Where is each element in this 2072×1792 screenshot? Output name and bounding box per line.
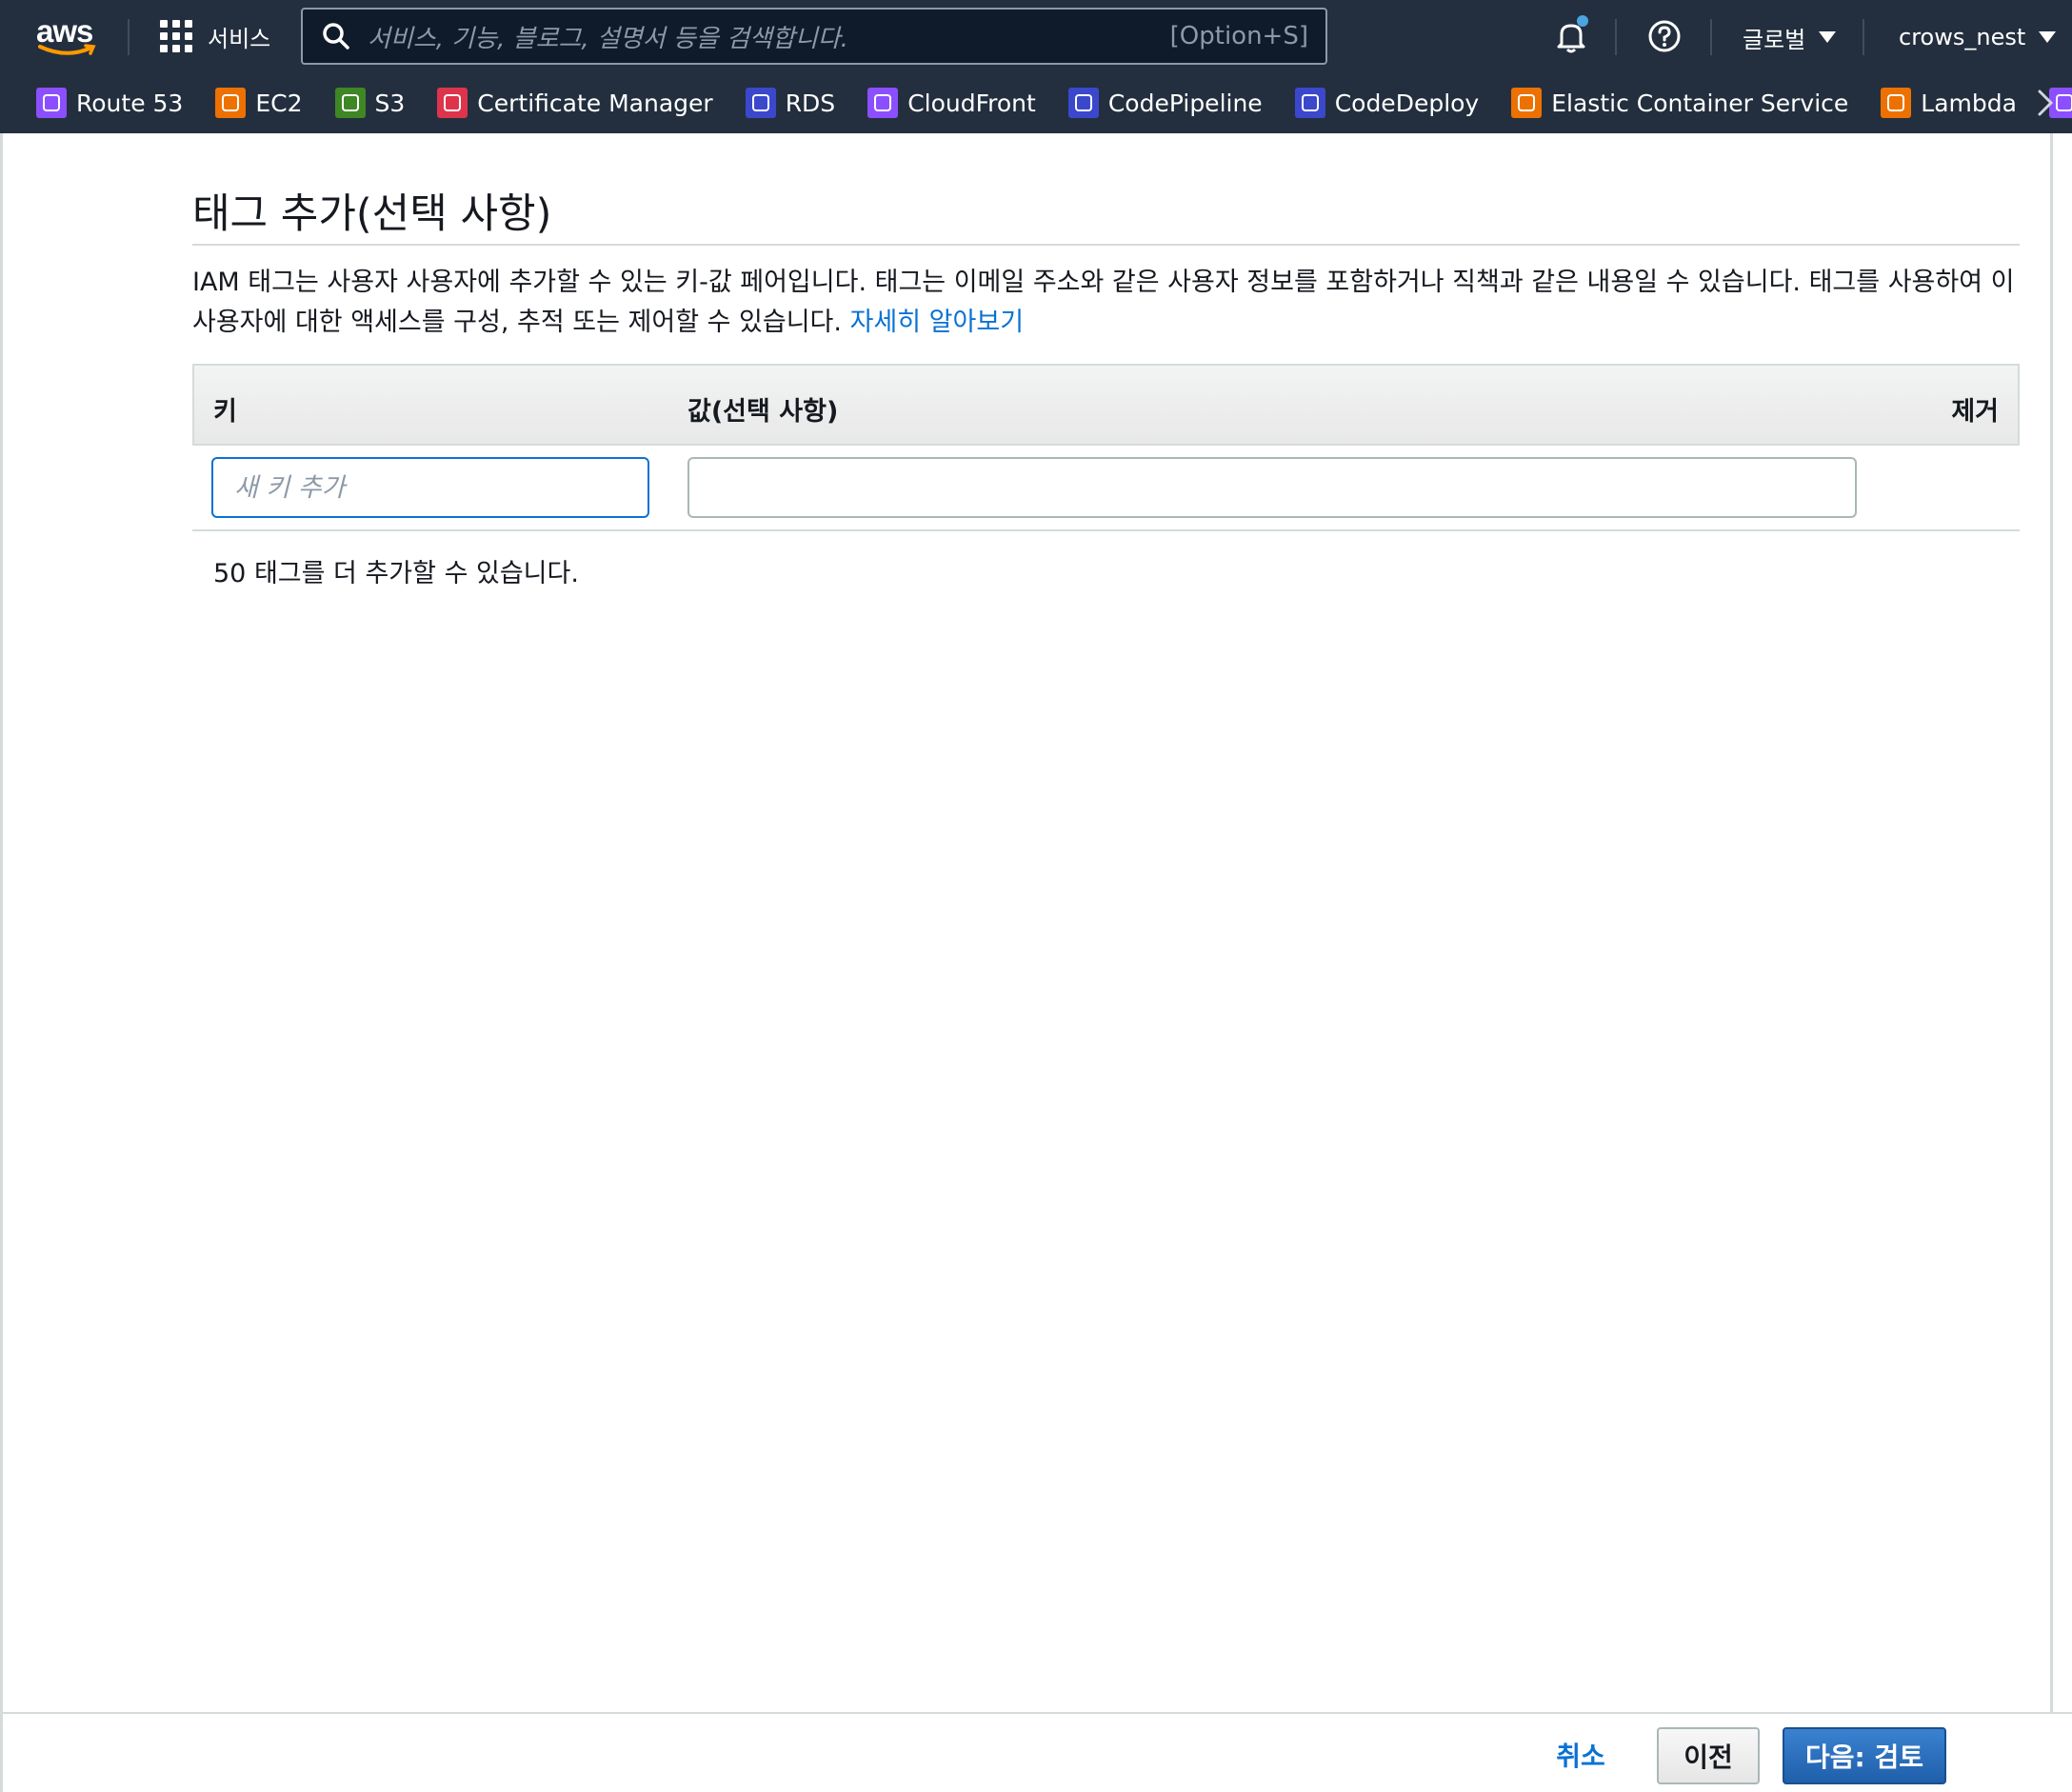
service-icon [215, 88, 247, 118]
services-label: 서비스 [208, 25, 271, 52]
favorite-item[interactable]: CloudFront [867, 88, 1036, 118]
favorites-bar: Route 53 EC2 S3 Certificate Manager RDS Cloud… [0, 80, 2072, 126]
region-label: 글로벌 [1743, 26, 1806, 53]
favorite-item[interactable]: Elastic Container Service [1511, 88, 1848, 118]
favorite-item[interactable]: RDS [745, 88, 836, 118]
service-icon [334, 88, 366, 118]
help-icon [1648, 20, 1681, 52]
favorite-item[interactable]: Lambda [1881, 88, 2017, 118]
tag-key-input[interactable] [211, 457, 649, 518]
favorite-label: Lambda [1921, 89, 2017, 117]
caret-down-icon [2039, 31, 2057, 43]
favorite-item[interactable]: CodeDeploy [1294, 88, 1480, 118]
content-border [2050, 133, 2053, 1714]
page-title: 태그 추가(선택 사항) [192, 190, 552, 238]
column-header-remove: 제거 [1951, 397, 1999, 427]
service-icon [1511, 88, 1543, 118]
region-selector[interactable]: 글로벌 [1743, 19, 1837, 55]
favorite-label: Elastic Container Service [1551, 89, 1849, 117]
aws-logo[interactable]: aws [36, 13, 99, 59]
favorite-item[interactable]: Certificate Manager [437, 88, 713, 118]
favorite-item[interactable]: EC2 [215, 88, 303, 118]
divider [1863, 19, 1864, 55]
learn-more-link[interactable]: 자세히 알아보기 [850, 308, 1024, 337]
help-button[interactable] [1645, 17, 1684, 55]
page-description: IAM 태그는 사용자 사용자에 추가할 수 있는 키-값 페어입니다. 태그는… [192, 263, 2021, 343]
search-icon [322, 22, 350, 50]
cancel-button[interactable]: 취소 [1543, 1725, 1619, 1784]
tag-value-input[interactable] [687, 457, 1857, 518]
top-navigation: aws 서비스 서비스, 기능, 블로그, 설명서 등을 검색합니다. [Opt… [0, 0, 2072, 133]
content-border [0, 133, 3, 1792]
service-icon [1881, 88, 1912, 118]
divider [0, 1712, 2072, 1714]
column-header-value: 값(선택 사항) [687, 397, 839, 427]
notification-dot [1577, 15, 1588, 27]
favorite-label: CloudFront [907, 89, 1036, 117]
favorite-label: EC2 [255, 89, 303, 117]
favorite-label: Certificate Manager [477, 89, 713, 117]
divider [1710, 19, 1712, 55]
tags-table-header: 키 값(선택 사항) 제거 [192, 364, 2020, 446]
favorite-label: CodePipeline [1107, 89, 1263, 117]
favorite-item[interactable]: Route 53 [36, 88, 183, 118]
search-bar[interactable]: 서비스, 기능, 블로그, 설명서 등을 검색합니다. [Option+S] [301, 8, 1327, 65]
top-nav-row: aws 서비스 서비스, 기능, 블로그, 설명서 등을 검색합니다. [Opt… [0, 0, 2072, 72]
grid-icon [160, 20, 192, 52]
caret-down-icon [1819, 31, 1837, 43]
service-icon [745, 88, 776, 118]
description-text: IAM 태그는 사용자 사용자에 추가할 수 있는 키-값 페어입니다. 태그는… [192, 268, 2015, 337]
remaining-tags-text: 50 태그를 더 추가할 수 있습니다. [213, 559, 579, 588]
favorite-label: CodeDeploy [1334, 89, 1480, 117]
service-icon [1294, 88, 1325, 118]
search-placeholder: 서비스, 기능, 블로그, 설명서 등을 검색합니다. [368, 24, 848, 53]
divider [128, 19, 130, 55]
services-menu-button[interactable]: 서비스 [160, 17, 270, 55]
favorite-item[interactable]: S3 [334, 88, 406, 118]
service-icon [36, 88, 67, 118]
account-menu[interactable]: crows_nest [1899, 19, 2057, 55]
service-icon [867, 88, 899, 118]
divider [192, 244, 2020, 246]
divider [192, 529, 2020, 531]
account-name: crows_nest [1899, 24, 2026, 50]
previous-button[interactable]: 이전 [1657, 1727, 1760, 1784]
divider [1615, 19, 1617, 55]
favorite-item[interactable]: CodePipeline [1067, 88, 1263, 118]
service-icon [437, 88, 468, 118]
next-review-button[interactable]: 다음: 검토 [1783, 1727, 1946, 1784]
favorite-label: S3 [374, 89, 406, 117]
favorite-label: Route 53 [76, 89, 184, 117]
aws-smile-icon [38, 44, 96, 55]
service-icon [1067, 88, 1099, 118]
favorite-label: RDS [785, 89, 836, 117]
notifications-button[interactable] [1552, 15, 1590, 55]
search-shortcut: [Option+S] [1169, 22, 1308, 50]
column-header-key: 키 [213, 397, 237, 427]
chevron-right-icon[interactable] [2034, 88, 2057, 118]
